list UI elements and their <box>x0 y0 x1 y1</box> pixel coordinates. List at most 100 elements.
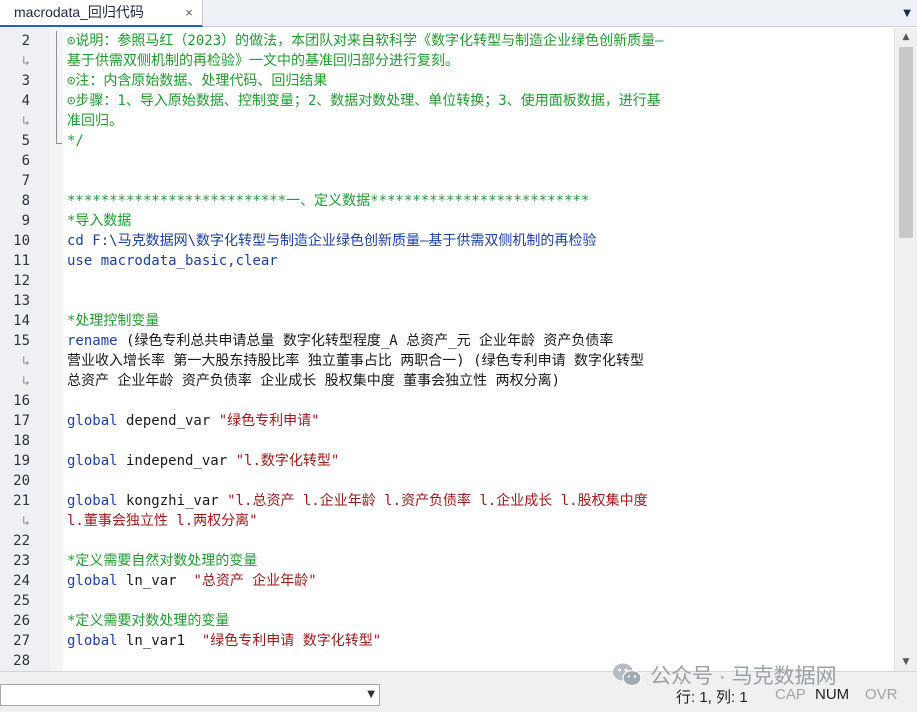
line-number: 17 <box>13 413 30 429</box>
code-token: (绿色专利总共申请总量 数字化转型程度_A 总资产_元 企业年龄 资产负债率 <box>117 333 614 349</box>
cursor-position: 行: 1, 列: 1 <box>676 689 748 706</box>
code-token: ln_var1 <box>117 633 202 649</box>
code-token: 营业收入增长率 第一大股东持股比率 独立董事占比 两职合一) (绿色专利申请 数… <box>67 353 644 369</box>
code-line[interactable]: global independ_var "l.数字化转型" <box>67 451 339 471</box>
tab-title: macrodata_回归代码 <box>14 4 144 20</box>
wrap-arrow-icon: ↳ <box>22 114 30 129</box>
line-number: 24 <box>13 573 30 589</box>
wrap-arrow-icon: ↳ <box>22 354 30 369</box>
code-token: 基于供需双侧机制的再检验》一文中的基准回归部分进行复刻。 <box>67 53 459 69</box>
code-line[interactable]: rename (绿色专利总共申请总量 数字化转型程度_A 总资产_元 企业年龄 … <box>67 331 613 351</box>
code-token: independ_var <box>117 453 236 469</box>
code-line[interactable]: 准回归。 <box>67 111 123 131</box>
code-token: "总资产 企业年龄" <box>193 573 317 589</box>
code-token: ln_var <box>117 573 194 589</box>
code-token: */ <box>67 133 84 149</box>
code-token: kongzhi_var <box>117 493 228 509</box>
code-token: ⊙说明：参照马红（2023）的做法，本团队对来自软科学《数字化转型与制造企业绿色… <box>67 33 664 49</box>
line-number: 15 <box>13 333 30 349</box>
code-token: global <box>67 493 118 509</box>
line-number: 6 <box>21 153 30 169</box>
code-line[interactable]: global kongzhi_var "l.总资产 l.企业年龄 l.资产负债率… <box>67 491 648 511</box>
num-lock-indicator: NUM <box>815 686 850 703</box>
line-number: 11 <box>13 253 30 269</box>
line-number-gutter: 2 ↳ 3 4 ↳ 5 6 7 8 9 10 11 12 13 14 15 ↳ ↳ 16 17 18 19 20 21 ↳ 22 2… <box>0 28 50 671</box>
code-line[interactable]: use macrodata_basic,clear <box>67 251 278 271</box>
code-token: **************************一、定义数据********… <box>67 193 590 209</box>
code-line[interactable]: */ <box>67 131 84 151</box>
scroll-down-icon[interactable]: ▼ <box>895 653 917 671</box>
code-line[interactable]: *处理控制变量 <box>67 311 159 331</box>
code-token: cd F:\马克数据网\数字化转型与制造企业绿色创新质量—基于供需双侧机制的再检… <box>67 233 597 249</box>
code-token: "l.总资产 l.企业年龄 l.资产负债率 l.企业成长 l.股权集中度 <box>227 493 648 509</box>
line-number: 28 <box>13 653 30 669</box>
code-line[interactable]: global depend_var "绿色专利申请" <box>67 411 320 431</box>
code-editor[interactable]: ⊙说明：参照马红（2023）的做法，本团队对来自软科学《数字化转型与制造企业绿色… <box>63 28 894 671</box>
code-token: "绿色专利申请" <box>218 413 320 429</box>
command-combo[interactable]: ▼ <box>0 684 380 706</box>
wrap-arrow-icon: ↳ <box>22 374 30 389</box>
code-token: ⊙注：内含原始数据、处理代码、回归结果 <box>67 73 328 89</box>
line-number: 10 <box>13 233 30 249</box>
line-number: 4 <box>21 93 30 109</box>
code-line[interactable]: global ln_var1 "绿色专利申请 数字化转型" <box>67 631 381 651</box>
tab-macrodata-code[interactable]: macrodata_回归代码 × <box>0 0 203 27</box>
code-line[interactable]: global ln_var "总资产 企业年龄" <box>67 571 317 591</box>
code-line[interactable]: *导入数据 <box>67 211 131 231</box>
line-number: 5 <box>21 133 30 149</box>
line-number: 13 <box>13 293 30 309</box>
scrollbar-thumb[interactable] <box>899 47 913 238</box>
line-number: 9 <box>21 213 30 229</box>
wechat-icon <box>612 662 642 688</box>
code-line[interactable]: l.董事会独立性 l.两权分离" <box>67 511 258 531</box>
line-number: 18 <box>13 433 30 449</box>
code-token: l.董事会独立性 l.两权分离" <box>67 513 258 529</box>
caps-lock-indicator: CAP <box>775 686 806 703</box>
code-token: 总资产 企业年龄 资产负债率 企业成长 股权集中度 董事会独立性 两权分离) <box>67 373 560 389</box>
fold-marker-icon[interactable] <box>56 31 62 144</box>
code-line[interactable]: 营业收入增长率 第一大股东持股比率 独立董事占比 两职合一) (绿色专利申请 数… <box>67 351 644 371</box>
code-line[interactable]: *定义需要自然对数处理的变量 <box>67 551 257 571</box>
tab-list-chevron-icon[interactable]: ▼ <box>903 0 911 27</box>
line-number: 3 <box>21 73 30 89</box>
chevron-down-icon[interactable]: ▼ <box>367 685 375 705</box>
code-token: *导入数据 <box>67 213 132 229</box>
code-line[interactable]: ⊙步骤：1、导入原始数据、控制变量；2、数据对数处理、单位转换；3、使用面板数据… <box>67 91 661 111</box>
code-token: "l.数字化转型" <box>235 453 340 469</box>
line-number: 27 <box>13 633 30 649</box>
line-number: 26 <box>13 613 30 629</box>
code-line[interactable]: 总资产 企业年龄 资产负债率 企业成长 股权集中度 董事会独立性 两权分离) <box>67 371 560 391</box>
code-token: ⊙步骤：1、导入原始数据、控制变量；2、数据对数处理、单位转换；3、使用面板数据… <box>67 93 661 109</box>
code-line[interactable]: cd F:\马克数据网\数字化转型与制造企业绿色创新质量—基于供需双侧机制的再检… <box>67 231 596 251</box>
code-line[interactable]: ⊙注：内含原始数据、处理代码、回归结果 <box>67 71 327 91</box>
line-number: 21 <box>13 493 30 509</box>
code-line[interactable]: *定义需要对数处理的变量 <box>67 611 229 631</box>
line-number: 7 <box>21 173 30 189</box>
line-number: 2 <box>21 33 30 49</box>
close-icon[interactable]: × <box>182 0 196 25</box>
code-token: global <box>67 453 118 469</box>
line-number: 19 <box>13 453 30 469</box>
code-token: *定义需要自然对数处理的变量 <box>67 553 258 569</box>
wrap-arrow-icon: ↳ <box>22 54 30 69</box>
wrap-arrow-icon: ↳ <box>22 514 30 529</box>
line-number: 25 <box>13 593 30 609</box>
line-number: 23 <box>13 553 30 569</box>
scroll-up-icon[interactable]: ▲ <box>895 28 917 46</box>
code-line[interactable]: 基于供需双侧机制的再检验》一文中的基准回归部分进行复刻。 <box>67 51 459 71</box>
code-token: global <box>67 633 118 649</box>
code-line[interactable]: ⊙说明：参照马红（2023）的做法，本团队对来自软科学《数字化转型与制造企业绿色… <box>67 31 664 51</box>
code-token: use macrodata_basic,clear <box>67 253 278 269</box>
code-token: rename <box>67 333 118 349</box>
code-token: 准回归。 <box>67 113 123 129</box>
vertical-scrollbar[interactable]: ▲ ▼ <box>894 28 917 671</box>
line-number: 8 <box>21 193 30 209</box>
line-number: 22 <box>13 533 30 549</box>
line-number: 20 <box>13 473 30 489</box>
code-token: "绿色专利申请 数字化转型" <box>201 633 382 649</box>
code-token: *定义需要对数处理的变量 <box>67 613 230 629</box>
code-line[interactable]: **************************一、定义数据********… <box>67 191 589 211</box>
overwrite-indicator: OVR <box>865 686 898 703</box>
line-number: 14 <box>13 313 30 329</box>
line-number: 12 <box>13 273 30 289</box>
